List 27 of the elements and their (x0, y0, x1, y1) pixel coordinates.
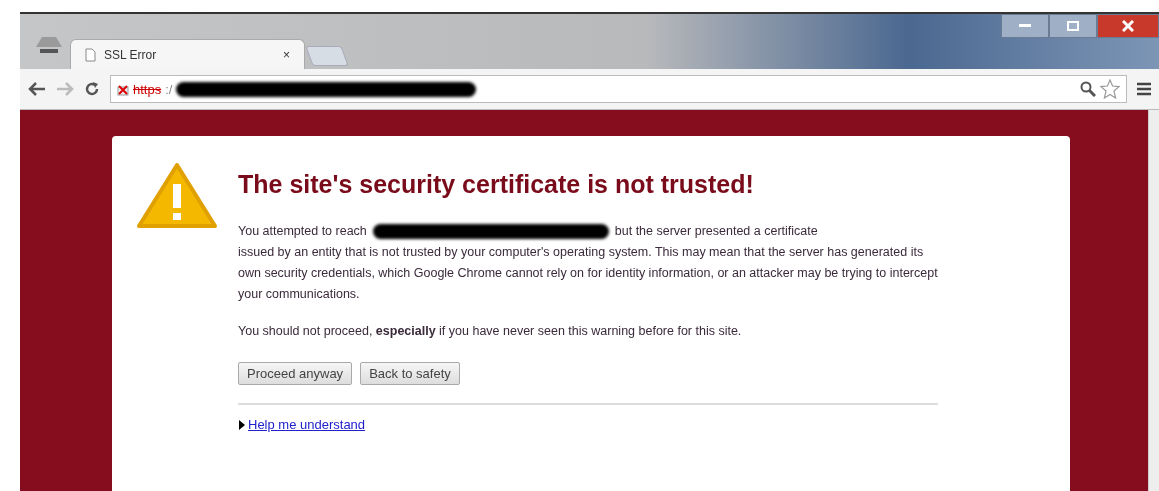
warning-icon (136, 162, 218, 230)
action-button[interactable]: Back to safety (360, 362, 460, 385)
close-icon (1122, 20, 1134, 32)
warning-title: The site's security certificate is not trusted! (238, 170, 755, 199)
zoom-icon[interactable] (1080, 81, 1096, 97)
action-button[interactable]: Proceed anyway (238, 362, 353, 385)
minimize-button[interactable] (1001, 14, 1049, 38)
reload-icon[interactable] (84, 81, 100, 97)
page-icon (85, 47, 96, 62)
minimize-icon (1019, 24, 1031, 28)
back-icon[interactable] (28, 82, 46, 96)
body-text: You attempted to reach (238, 223, 367, 240)
star-icon[interactable] (1100, 79, 1120, 99)
body-text: but the server presented a certificate (614, 223, 818, 240)
address-bar[interactable]: https :/ (110, 75, 1127, 103)
broken-lock-icon (117, 82, 129, 96)
caret-right-icon[interactable] (238, 419, 246, 430)
body-text: issued by an entity that is not trusted by your computer's operating system. This may mean that the server has generated its own security credentials, which Google Chrome cannot rely on for identity information, or an attacker may be trying to intercept your communications. (238, 244, 938, 303)
help-link[interactable]: Help me understand (248, 417, 366, 432)
maximize-button[interactable] (1049, 14, 1097, 38)
menu-icon[interactable] (1137, 82, 1151, 96)
close-tab-button[interactable]: × (283, 47, 290, 62)
scrollbar[interactable] (1148, 110, 1159, 491)
maximize-icon (1067, 21, 1079, 31)
close-window-button[interactable] (1097, 14, 1159, 38)
browser-tab[interactable]: SSL Error × (70, 39, 305, 69)
advice-text: You should not proceed, especially if you have never seen this warning before for this site. (238, 323, 743, 340)
